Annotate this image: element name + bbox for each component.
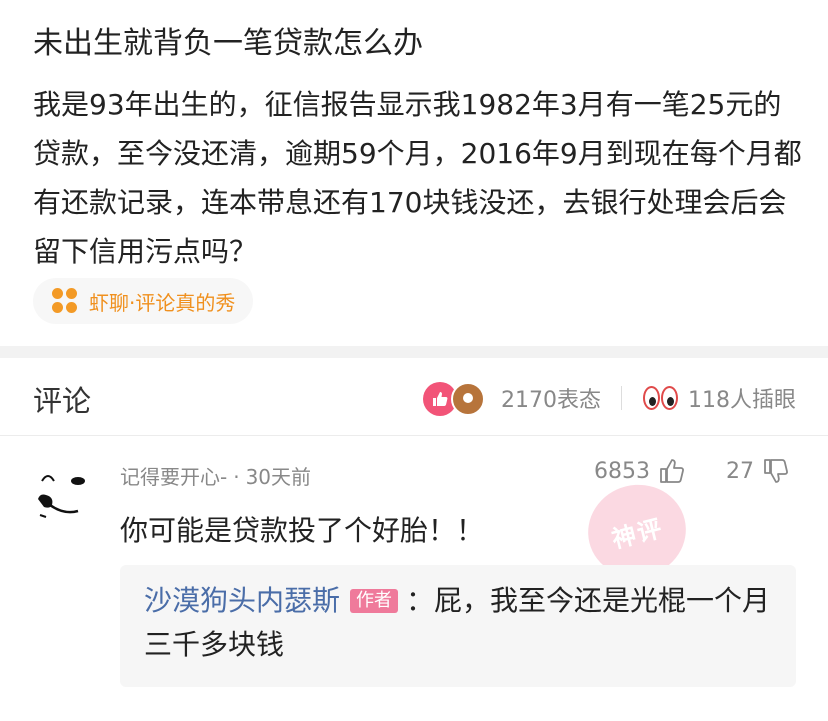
- comment-time: 30天前: [245, 465, 312, 489]
- donut-reaction-icon: [451, 382, 485, 416]
- like-count: 6853: [594, 458, 650, 484]
- reply-line: 沙漠狗头内瑟斯 作者 ：屁，我至今还是光棍一个月三千多块钱: [144, 579, 772, 667]
- reaction-icons[interactable]: [423, 380, 489, 416]
- post-body: 我是93年出生的，征信报告显示我1982年3月有一笔25元的贷款，至今没还清，逾…: [33, 88, 802, 268]
- reaction-count[interactable]: 2170表态: [501, 382, 601, 414]
- comment-meta: 记得要开心- · 30天前: [120, 461, 311, 490]
- thumbs-up-icon: [660, 459, 684, 483]
- like-button[interactable]: 6853: [594, 457, 686, 485]
- avatar[interactable]: [34, 459, 96, 521]
- eyes-icon: [642, 383, 680, 413]
- reply-separator: ：: [406, 584, 435, 617]
- comment-username[interactable]: 记得要开心-: [120, 465, 227, 489]
- dislike-count: 27: [726, 458, 754, 484]
- insert-eye-count[interactable]: 118人插眼: [688, 382, 796, 414]
- post-section: 未出生就背负一笔贷款怎么办 我是93年出生的，征信报告显示我1982年3月有一笔…: [0, 0, 828, 346]
- doge-avatar-icon: [38, 475, 85, 518]
- topic-grid-icon: [51, 287, 79, 315]
- comments-title: 评论: [33, 384, 92, 418]
- thumbs-down-icon: [764, 459, 788, 483]
- section-divider: [0, 346, 828, 358]
- comment-text: 你可能是贷款投了个好胎！！: [120, 514, 485, 547]
- comment-item: 记得要开心- · 30天前 6853 27 神评 你可能是贷款投了个好胎！！ 沙漠狗…: [0, 437, 828, 721]
- comments-header: 评论 2170表态 118人插眼: [0, 358, 828, 436]
- dislike-button[interactable]: 27: [726, 457, 790, 485]
- reactions-bar: 2170表态 118人插眼: [423, 378, 796, 418]
- header-separator: [621, 386, 622, 410]
- topic-chip[interactable]: 虾聊·评论真的秀: [33, 278, 254, 324]
- author-badge: 作者: [350, 589, 399, 613]
- reply-author[interactable]: 沙漠狗头内瑟斯: [144, 584, 340, 617]
- post-title: 未出生就背负一笔贷款怎么办: [33, 26, 423, 61]
- topic-label: 虾聊·评论真的秀: [89, 290, 236, 315]
- stamp-text: 神评: [608, 513, 667, 554]
- meta-dot: ·: [233, 465, 240, 489]
- reply-box[interactable]: 沙漠狗头内瑟斯 作者 ：屁，我至今还是光棍一个月三千多块钱: [120, 565, 796, 687]
